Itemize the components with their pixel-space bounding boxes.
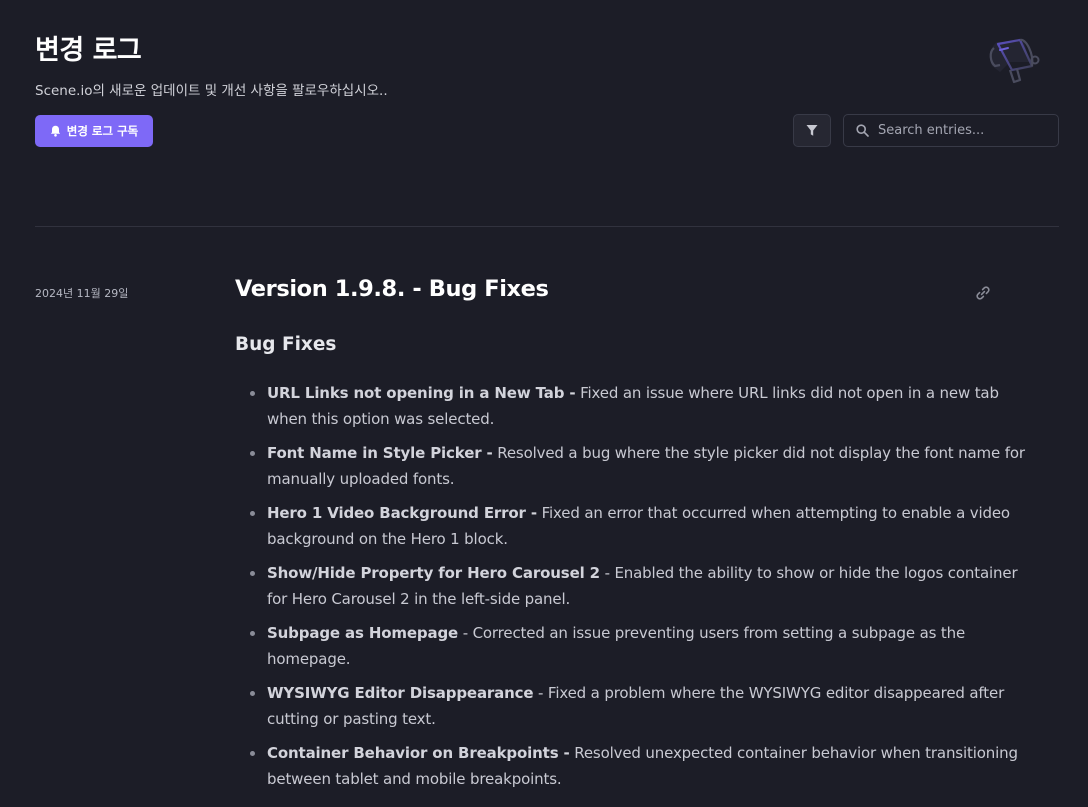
list-item: Subpage as Homepage - Corrected an issue… [250,620,1037,672]
search-icon [856,124,869,137]
list-item: WYSIWYG Editor Disappearance - Fixed a p… [250,680,1037,732]
search-box[interactable] [843,114,1059,147]
search-input[interactable] [878,123,1048,138]
fix-name: Subpage as Homepage [267,624,459,642]
filter-button[interactable] [793,114,831,147]
bug-fix-list: URL Links not opening in a New Tab - Fix… [235,380,1037,800]
subscribe-button-label: 변경 로그 구독 [66,124,139,138]
fix-name: Hero 1 Video Background Error - [267,504,537,522]
list-item: Container Behavior on Breakpoints - Reso… [250,740,1037,792]
fix-name: Container Behavior on Breakpoints - [267,744,570,762]
page-subtitle: Scene.io의 새로운 업데이트 및 개선 사항을 팔로우하십시오.. [35,83,388,99]
list-item: Font Name in Style Picker - Resolved a b… [250,440,1037,492]
fix-name: URL Links not opening in a New Tab - [267,384,576,402]
link-icon[interactable] [974,284,992,302]
entry-title: Version 1.9.8. - Bug Fixes [235,276,549,302]
list-item: Hero 1 Video Background Error - Fixed an… [250,500,1037,552]
megaphone-icon [989,38,1040,84]
list-item: Show/Hide Property for Hero Carousel 2 -… [250,560,1037,612]
fix-name: Font Name in Style Picker - [267,444,493,462]
section-heading: Bug Fixes [235,334,337,355]
page-title: 변경 로그 [35,35,142,66]
subscribe-changelog-button[interactable]: 변경 로그 구독 [35,115,153,147]
fix-name: Show/Hide Property for Hero Carousel 2 [267,564,600,582]
header-divider [35,226,1059,227]
filter-icon [806,125,818,136]
list-item: URL Links not opening in a New Tab - Fix… [250,380,1037,432]
entry-date: 2024년 11월 29일 [35,287,129,300]
bell-icon [50,125,60,137]
fix-name: WYSIWYG Editor Disappearance [267,684,534,702]
